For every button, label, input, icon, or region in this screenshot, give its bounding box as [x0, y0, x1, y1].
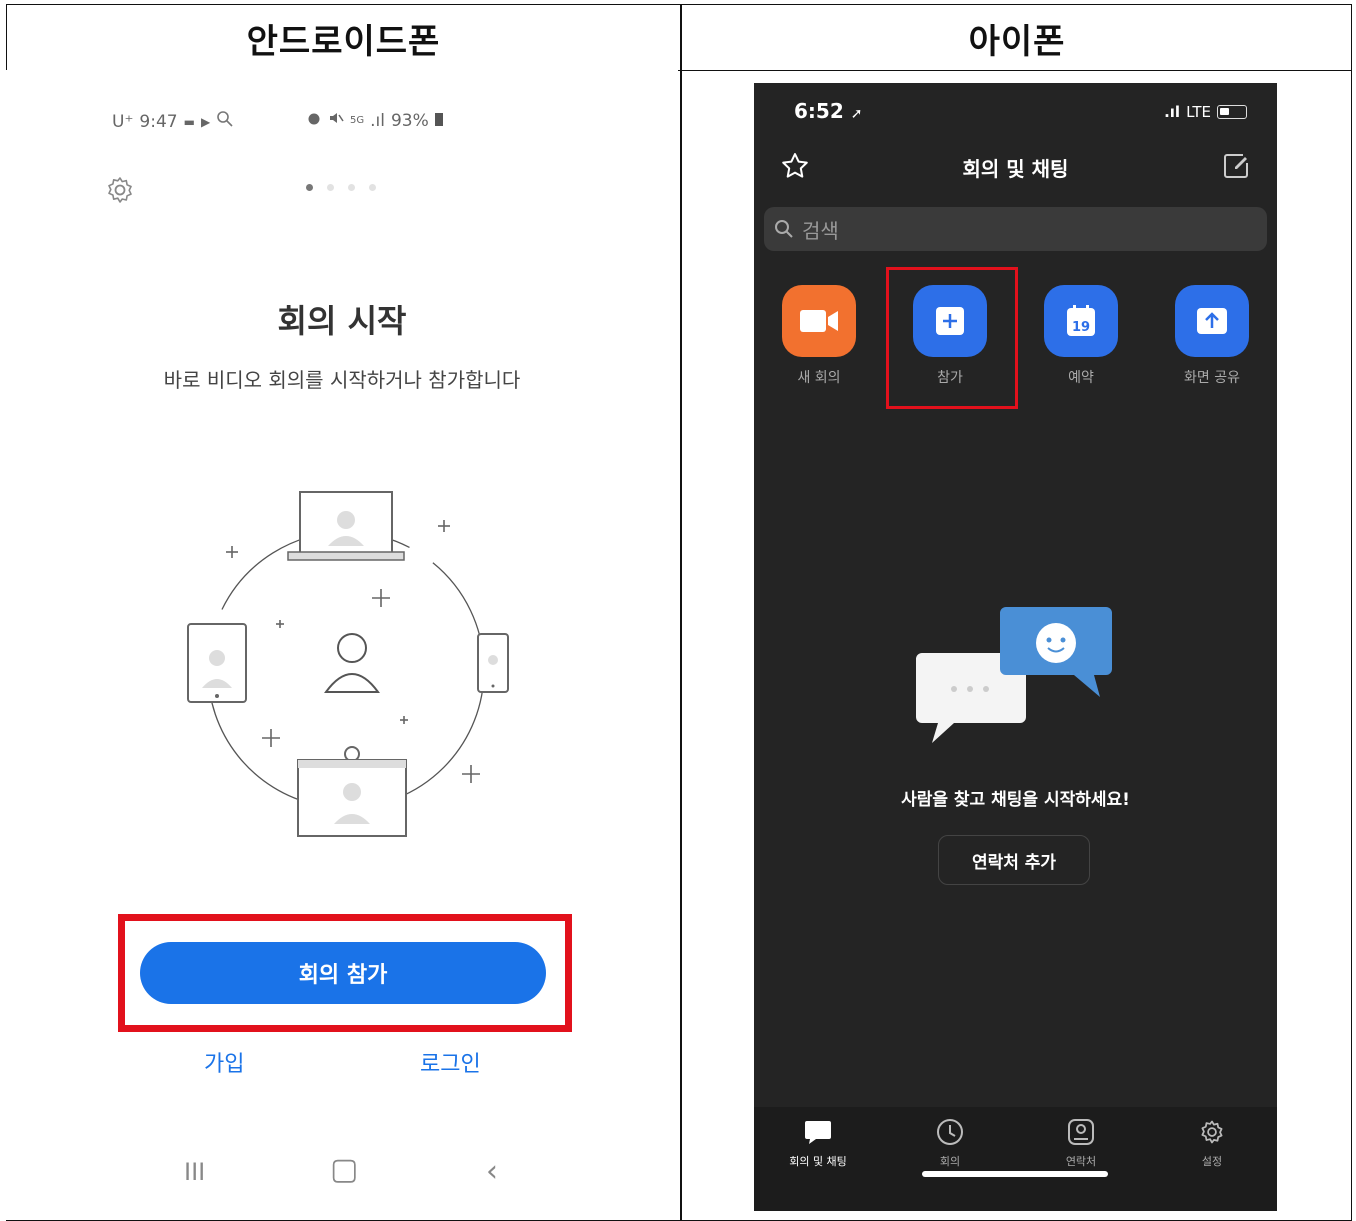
play-icon: ▶ — [200, 114, 211, 129]
page-dot — [306, 184, 313, 191]
search-status-icon — [216, 110, 234, 133]
network-label: LTE — [1186, 103, 1211, 121]
video-camera-icon — [782, 285, 856, 357]
meeting-illustration — [187, 491, 509, 837]
calendar-icon: 19 — [1044, 285, 1118, 357]
page-dot — [348, 184, 355, 191]
back-button[interactable]: ‹ — [486, 1154, 498, 1189]
column-divider — [680, 5, 682, 1220]
carrier-label: U⁺ — [112, 111, 134, 132]
tab-label: 회의 및 채팅 — [789, 1155, 847, 1168]
tab-meetings[interactable]: 회의 — [900, 1117, 1000, 1169]
tile-label: 새 회의 — [797, 370, 841, 386]
battery-level: 93% — [390, 110, 429, 131]
signal-bars-icon: .ıl — [1164, 103, 1181, 121]
message-icon: ▬ — [183, 114, 195, 129]
iphone-screen: 6:52 ➚ .ıl LTE 회의 및 채팅 검색 새 회의 참가 19 예약 — [754, 83, 1277, 1211]
highlight-box — [886, 267, 1018, 409]
compose-icon[interactable] — [1221, 151, 1251, 181]
calendar-day: 19 — [1072, 320, 1090, 335]
iphone-status-right: .ıl LTE — [1164, 103, 1247, 121]
android-status-bar-right: 5G .ıl 93% — [306, 110, 443, 131]
header-android: 안드로이드폰 — [246, 21, 441, 62]
tab-settings[interactable]: 설정 — [1162, 1117, 1262, 1169]
android-screen: U⁺ 9:47 ▬ ▶ 5G .ıl 93% 회의 시작 바로 비디오 회의를 … — [6, 70, 678, 1220]
home-indicator[interactable] — [922, 1171, 1108, 1177]
join-meeting-button[interactable]: 회의 참가 — [140, 942, 546, 1004]
new-meeting-tile[interactable]: 새 회의 — [782, 285, 856, 387]
search-placeholder: 검색 — [802, 218, 839, 243]
android-nav-bar: III ▢ ‹ — [6, 1152, 678, 1189]
schedule-tile[interactable]: 19 예약 — [1044, 285, 1118, 387]
page-dot — [327, 184, 334, 191]
signup-link[interactable]: 가입 — [204, 1046, 244, 1078]
add-contact-button[interactable]: 연락처 추가 — [938, 835, 1090, 885]
tab-contacts[interactable]: 연락처 — [1031, 1117, 1131, 1169]
login-link[interactable]: 로그인 — [420, 1046, 481, 1078]
android-subtitle: 바로 비디오 회의를 시작하거나 참가합니다 — [163, 368, 521, 392]
clock-label: 9:47 — [139, 111, 178, 132]
search-input[interactable]: 검색 — [764, 207, 1267, 251]
settings-gear-icon[interactable] — [104, 174, 136, 206]
tab-label: 설정 — [1201, 1155, 1223, 1168]
chat-bubbles-illustration — [916, 607, 1112, 743]
tab-meetings-chat[interactable]: 회의 및 채팅 — [768, 1117, 868, 1169]
tile-label: 예약 — [1068, 370, 1094, 386]
battery-icon — [1217, 105, 1247, 119]
share-screen-icon — [1175, 285, 1249, 357]
page-dot — [369, 184, 376, 191]
header-iphone: 아이폰 — [968, 21, 1066, 62]
signal-icon: .ıl — [370, 110, 385, 131]
recent-apps-button[interactable]: III — [184, 1158, 205, 1186]
chat-bubble-icon — [768, 1117, 868, 1147]
tab-label: 회의 — [939, 1155, 961, 1168]
android-status-bar-left: U⁺ 9:47 ▬ ▶ — [112, 110, 234, 133]
home-button[interactable]: ▢ — [330, 1152, 358, 1187]
alarm-icon — [306, 110, 322, 131]
table-header-row: 안드로이드폰 아이폰 — [7, 5, 1351, 71]
time-label: 6:52 — [794, 99, 844, 123]
share-screen-tile[interactable]: 화면 공유 — [1175, 285, 1249, 387]
tab-label: 연락처 — [1065, 1155, 1097, 1168]
iphone-tab-bar: 회의 및 채팅 회의 연락처 설정 — [754, 1107, 1277, 1211]
empty-state-message: 사람을 찾고 채팅을 시작하세요! — [901, 790, 1130, 810]
tile-label: 화면 공유 — [1184, 370, 1240, 386]
location-arrow-icon: ➚ — [850, 106, 863, 122]
page-indicator — [306, 184, 376, 191]
battery-icon — [434, 111, 443, 131]
iphone-title: 회의 및 채팅 — [962, 157, 1069, 181]
5g-icon: 5G — [350, 115, 365, 126]
mute-icon — [328, 110, 344, 131]
android-title: 회의 시작 — [277, 302, 407, 340]
contact-icon — [1031, 1117, 1131, 1147]
iphone-clock: 6:52 ➚ — [794, 99, 862, 123]
gear-icon — [1162, 1117, 1262, 1147]
clock-icon — [900, 1117, 1000, 1147]
search-icon — [775, 220, 793, 238]
